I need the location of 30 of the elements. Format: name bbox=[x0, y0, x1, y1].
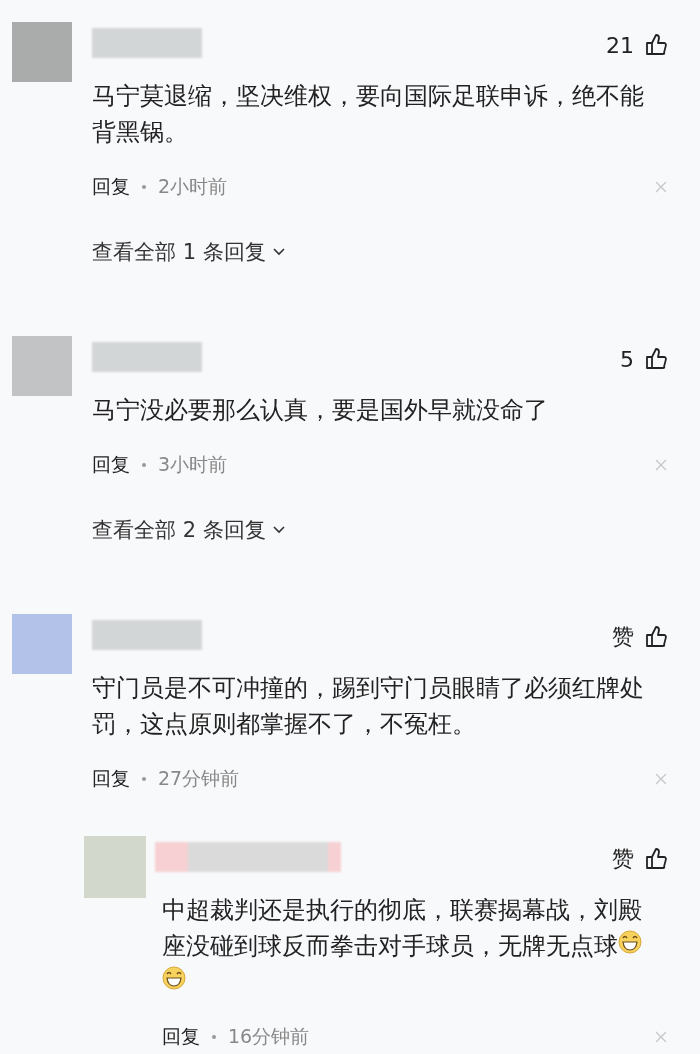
reply-link[interactable]: 回复 bbox=[92, 766, 130, 792]
thumbs-up-icon bbox=[644, 846, 670, 872]
thumbs-up-icon bbox=[644, 346, 670, 372]
like-button[interactable]: 赞 bbox=[612, 844, 670, 874]
reply-link[interactable]: 回复 bbox=[92, 174, 130, 200]
close-icon[interactable] bbox=[654, 1030, 668, 1044]
close-icon[interactable] bbox=[654, 772, 668, 786]
like-button[interactable]: 赞 bbox=[612, 622, 670, 652]
timestamp: 16分钟前 bbox=[228, 1024, 310, 1049]
avatar[interactable] bbox=[12, 22, 72, 82]
view-replies-link[interactable]: 查看全部 1 条回复 bbox=[92, 238, 286, 266]
thumbs-up-icon bbox=[644, 32, 670, 58]
like-button[interactable]: 5 bbox=[620, 346, 670, 372]
timestamp: 27分钟前 bbox=[158, 766, 240, 791]
timestamp: 2小时前 bbox=[158, 174, 228, 199]
like-button[interactable]: 21 bbox=[606, 32, 670, 58]
avatar[interactable] bbox=[12, 336, 72, 396]
view-replies-link[interactable]: 查看全部 2 条回复 bbox=[92, 516, 286, 544]
comment-text: 守门员是不可冲撞的，踢到守门员眼睛了必须红牌处罚，这点原则都掌握不了，不冤枉。 bbox=[92, 673, 645, 740]
comment-text: 马宁没必要那么认真，要是国外早就没命了 bbox=[92, 395, 549, 426]
comment-text: 马宁莫退缩，坚决维权，要向国际足联申诉，绝不能背黑锅。 bbox=[92, 81, 645, 148]
reply-link[interactable]: 回复 bbox=[92, 452, 130, 478]
thumbs-up-icon bbox=[644, 624, 670, 650]
avatar[interactable] bbox=[12, 614, 72, 674]
close-icon[interactable] bbox=[654, 458, 668, 472]
close-icon[interactable] bbox=[654, 180, 668, 194]
avatar[interactable] bbox=[84, 836, 146, 898]
comment-text: 中超裁判还是执行的彻底，联赛揭幕战，刘殿座没碰到球反而拳击对手球员，无牌无点球 bbox=[162, 892, 670, 1000]
reply-link[interactable]: 回复 bbox=[162, 1024, 200, 1050]
timestamp: 3小时前 bbox=[158, 452, 228, 477]
